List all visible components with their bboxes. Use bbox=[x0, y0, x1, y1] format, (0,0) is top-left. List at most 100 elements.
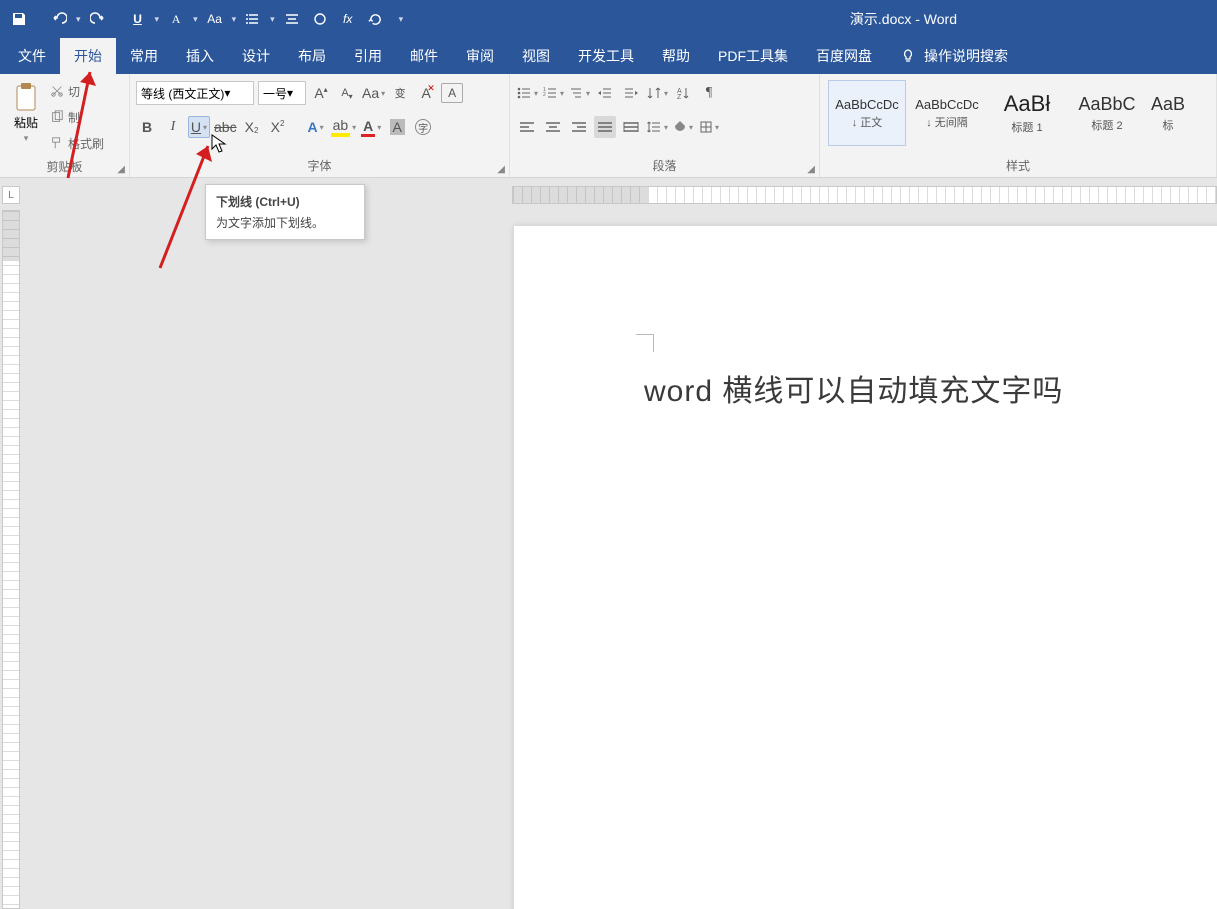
tab-file[interactable]: 文件 bbox=[4, 38, 60, 74]
shrink-font-button[interactable]: A▾ bbox=[336, 82, 358, 104]
tab-review[interactable]: 审阅 bbox=[452, 38, 508, 74]
title-bar: ▾ U ▾ A ▾ Aa ▾ ▾ fx ▾ 演示.docx - Word bbox=[0, 0, 1217, 38]
grow-font-button[interactable]: A▴ bbox=[310, 82, 332, 104]
tab-references[interactable]: 引用 bbox=[340, 38, 396, 74]
tab-baidu[interactable]: 百度网盘 bbox=[802, 38, 886, 74]
multilevel-button[interactable]: ▾ bbox=[568, 82, 590, 104]
change-case-button[interactable]: Aa▾ bbox=[362, 82, 385, 104]
group-paragraph-label: 段落 bbox=[652, 159, 676, 173]
align-right-button[interactable] bbox=[568, 116, 590, 138]
clear-format-button[interactable]: A✕ bbox=[415, 82, 437, 104]
document-text[interactable]: word 横线可以自动填充文字吗 bbox=[644, 366, 1217, 410]
paste-button[interactable]: 粘贴 ▾ bbox=[6, 78, 46, 144]
undo-dropdown[interactable]: ▾ bbox=[76, 14, 81, 25]
qat-font-button[interactable]: A bbox=[165, 8, 187, 30]
format-painter-button[interactable]: 格式刷 bbox=[50, 132, 104, 154]
qat-shape-button[interactable] bbox=[309, 8, 331, 30]
style-normal[interactable]: AaBbCcDc ↓ 正文 bbox=[828, 80, 906, 146]
font-color-button[interactable]: A▾ bbox=[360, 116, 382, 138]
ruler-corner[interactable]: L bbox=[2, 186, 20, 204]
tab-help[interactable]: 帮助 bbox=[648, 38, 704, 74]
cut-button[interactable]: 切 bbox=[50, 80, 104, 102]
sort-button[interactable]: AZ bbox=[672, 82, 694, 104]
lightbulb-icon bbox=[900, 48, 916, 64]
char-shading-button[interactable]: A bbox=[386, 116, 408, 138]
style-heading2[interactable]: AaBbC 标题 2 bbox=[1068, 80, 1146, 146]
indent-button[interactable] bbox=[620, 82, 642, 104]
font-family-value: 等线 (西文正文) bbox=[141, 85, 224, 102]
group-styles: AaBbCcDc ↓ 正文 AaBbCcDc ↓ 无间隔 AaBł 标题 1 A… bbox=[820, 74, 1217, 177]
qat-list-button[interactable] bbox=[242, 8, 264, 30]
undo-button[interactable] bbox=[48, 8, 70, 30]
qat-underline-dropdown[interactable]: ▾ bbox=[155, 14, 160, 25]
shading-button[interactable]: ▾ bbox=[672, 116, 694, 138]
font-family-combo[interactable]: 等线 (西文正文)▾ bbox=[136, 81, 254, 105]
text-direction-button[interactable]: ▾ bbox=[646, 82, 668, 104]
qat-align-button[interactable] bbox=[281, 8, 303, 30]
subscript-button[interactable]: X2 bbox=[241, 116, 263, 138]
paragraph-launcher[interactable]: ◢ bbox=[807, 164, 815, 175]
phonetic-guide-button[interactable]: 变 bbox=[389, 82, 411, 104]
tab-view[interactable]: 视图 bbox=[508, 38, 564, 74]
bold-button[interactable]: B bbox=[136, 116, 158, 138]
group-font: 等线 (西文正文)▾ 一号▾ A▴ A▾ Aa▾ 变 A✕ A B I U▾ a… bbox=[130, 74, 510, 177]
outdent-button[interactable] bbox=[594, 82, 616, 104]
page[interactable]: word 横线可以自动填充文字吗 bbox=[514, 226, 1217, 909]
qat-font-dropdown[interactable]: ▾ bbox=[193, 14, 198, 25]
tab-mail[interactable]: 邮件 bbox=[396, 38, 452, 74]
qat-list-dropdown[interactable]: ▾ bbox=[270, 14, 275, 25]
tab-home[interactable]: 开始 bbox=[60, 38, 116, 74]
superscript-button[interactable]: X2 bbox=[267, 116, 289, 138]
highlight-button[interactable]: ab▾ bbox=[331, 116, 357, 138]
font-size-combo[interactable]: 一号▾ bbox=[258, 81, 306, 105]
document-area[interactable]: word 横线可以自动填充文字吗 bbox=[22, 206, 1217, 909]
tab-insert[interactable]: 插入 bbox=[172, 38, 228, 74]
style-heading1[interactable]: AaBł 标题 1 bbox=[988, 80, 1066, 146]
tab-pdf[interactable]: PDF工具集 bbox=[704, 38, 802, 74]
tell-me[interactable]: 操作说明搜索 bbox=[900, 38, 1008, 74]
numbering-button[interactable]: 12▾ bbox=[542, 82, 564, 104]
strike-button[interactable]: abc bbox=[214, 116, 237, 138]
char-border-button[interactable]: 字 bbox=[412, 116, 434, 138]
text-effects-button[interactable]: A▾ bbox=[305, 116, 327, 138]
tooltip-desc: 为文字添加下划线。 bbox=[216, 214, 354, 231]
copy-button[interactable]: 制 bbox=[50, 106, 104, 128]
italic-button[interactable]: I bbox=[162, 116, 184, 138]
style-preview: AaBbCcDc bbox=[835, 97, 899, 112]
align-center-button[interactable] bbox=[542, 116, 564, 138]
style-no-spacing[interactable]: AaBbCcDc ↓ 无间隔 bbox=[908, 80, 986, 146]
borders-button[interactable]: ▾ bbox=[698, 116, 720, 138]
font-launcher[interactable]: ◢ bbox=[497, 164, 505, 175]
qat-customize-dropdown[interactable]: ▾ bbox=[399, 14, 404, 25]
group-styles-label: 样式 bbox=[1006, 159, 1030, 173]
qat-formula-button[interactable]: fx bbox=[337, 8, 359, 30]
underline-button[interactable]: U▾ bbox=[188, 116, 210, 138]
horizontal-ruler[interactable] bbox=[512, 186, 1217, 204]
align-left-button[interactable] bbox=[516, 116, 538, 138]
qat-refresh-button[interactable] bbox=[365, 8, 387, 30]
style-name: ↓ 正文 bbox=[852, 114, 883, 130]
bullets-button[interactable]: ▾ bbox=[516, 82, 538, 104]
vertical-ruler[interactable] bbox=[2, 210, 20, 909]
svg-text:Z: Z bbox=[677, 94, 682, 100]
align-justify-button[interactable] bbox=[594, 116, 616, 138]
show-marks-button[interactable]: ¶ bbox=[698, 82, 720, 104]
save-button[interactable] bbox=[8, 8, 30, 30]
style-more[interactable]: AaB 标 bbox=[1148, 80, 1188, 146]
qat-underline-button[interactable]: U bbox=[127, 8, 149, 30]
qat-changecase-button[interactable]: Aa bbox=[204, 8, 226, 30]
styles-gallery[interactable]: AaBbCcDc ↓ 正文 AaBbCcDc ↓ 无间隔 AaBł 标题 1 A… bbox=[826, 78, 1190, 148]
tab-layout[interactable]: 布局 bbox=[284, 38, 340, 74]
enclosed-char-button[interactable]: A bbox=[441, 83, 463, 103]
clipboard-launcher[interactable]: ◢ bbox=[117, 164, 125, 175]
redo-button[interactable] bbox=[87, 8, 109, 30]
tab-developer[interactable]: 开发工具 bbox=[564, 38, 648, 74]
style-preview: AaB bbox=[1151, 94, 1185, 115]
qat-changecase-dropdown[interactable]: ▾ bbox=[232, 14, 237, 25]
distribute-button[interactable] bbox=[620, 116, 642, 138]
line-spacing-button[interactable]: ▾ bbox=[646, 116, 668, 138]
tab-common[interactable]: 常用 bbox=[116, 38, 172, 74]
cut-label: 切 bbox=[68, 83, 80, 100]
tab-design[interactable]: 设计 bbox=[228, 38, 284, 74]
clipboard-icon bbox=[13, 82, 39, 112]
